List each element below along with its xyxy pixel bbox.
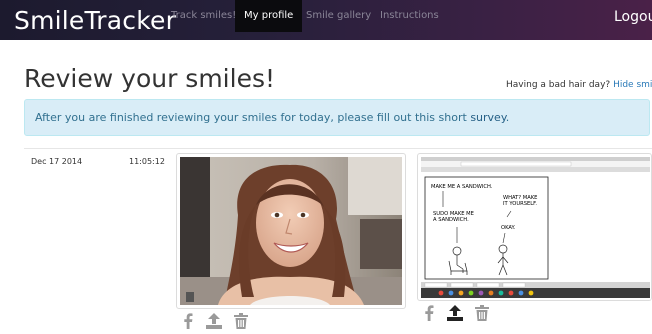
- screenshot-image[interactable]: MAKE ME A SANDWICH. WHAT? MAKE IT YOURSEL…: [421, 157, 650, 298]
- entry-time: 11:05:12: [129, 157, 165, 166]
- facebook-icon[interactable]: [424, 305, 434, 326]
- alert-text: After you are finished reviewing your sm…: [35, 111, 467, 124]
- comic-speech-3: SUDO MAKE ME A SANDWICH.: [433, 211, 474, 223]
- smile-photo[interactable]: [180, 157, 402, 305]
- alert-message: After you are finished reviewing your sm…: [35, 111, 509, 124]
- comic-speech-2: WHAT? MAKE IT YOURSELF.: [503, 195, 537, 207]
- navbar: SmileTracker Track smiles! My profile Sm…: [0, 0, 652, 40]
- nav-instructions[interactable]: Instructions: [380, 0, 439, 32]
- alert-end: .: [505, 111, 510, 124]
- smile-photo-image: [180, 157, 402, 305]
- upload-icon[interactable]: [205, 313, 223, 334]
- screenshot-frame: MAKE ME A SANDWICH. WHAT? MAKE IT YOURSEL…: [417, 153, 652, 301]
- entry-date: Dec 17 2014: [31, 157, 83, 166]
- hide-smiles-link[interactable]: Hide smiles: [613, 80, 652, 90]
- smile-photo-frame: [176, 153, 406, 309]
- trash-icon[interactable]: [475, 305, 489, 326]
- brand-logo[interactable]: SmileTracker: [14, 6, 176, 35]
- nav-my-profile[interactable]: My profile: [235, 0, 303, 32]
- survey-link[interactable]: survey: [470, 111, 505, 124]
- screenshot-graphic: MAKE ME A SANDWICH. WHAT? MAKE IT YOURSEL…: [421, 157, 650, 298]
- trash-icon[interactable]: [234, 313, 248, 334]
- facebook-icon[interactable]: [183, 313, 193, 334]
- logout-link[interactable]: Logout: [614, 0, 652, 34]
- hide-smiles-prompt: Having a bad hair day? Hide smiles: [506, 80, 652, 90]
- comic-speech-4: OKAY.: [501, 225, 516, 231]
- divider: [24, 148, 652, 149]
- page-title: Review your smiles!: [24, 64, 276, 93]
- upload-icon[interactable]: [446, 305, 464, 326]
- survey-alert: After you are finished reviewing your sm…: [24, 99, 650, 136]
- comic-speech-1: MAKE ME A SANDWICH.: [431, 184, 493, 190]
- nav-smile-gallery[interactable]: Smile gallery: [306, 0, 371, 32]
- hair-prompt-text: Having a bad hair day?: [506, 80, 611, 90]
- nav-track-smiles[interactable]: Track smiles!: [171, 0, 236, 32]
